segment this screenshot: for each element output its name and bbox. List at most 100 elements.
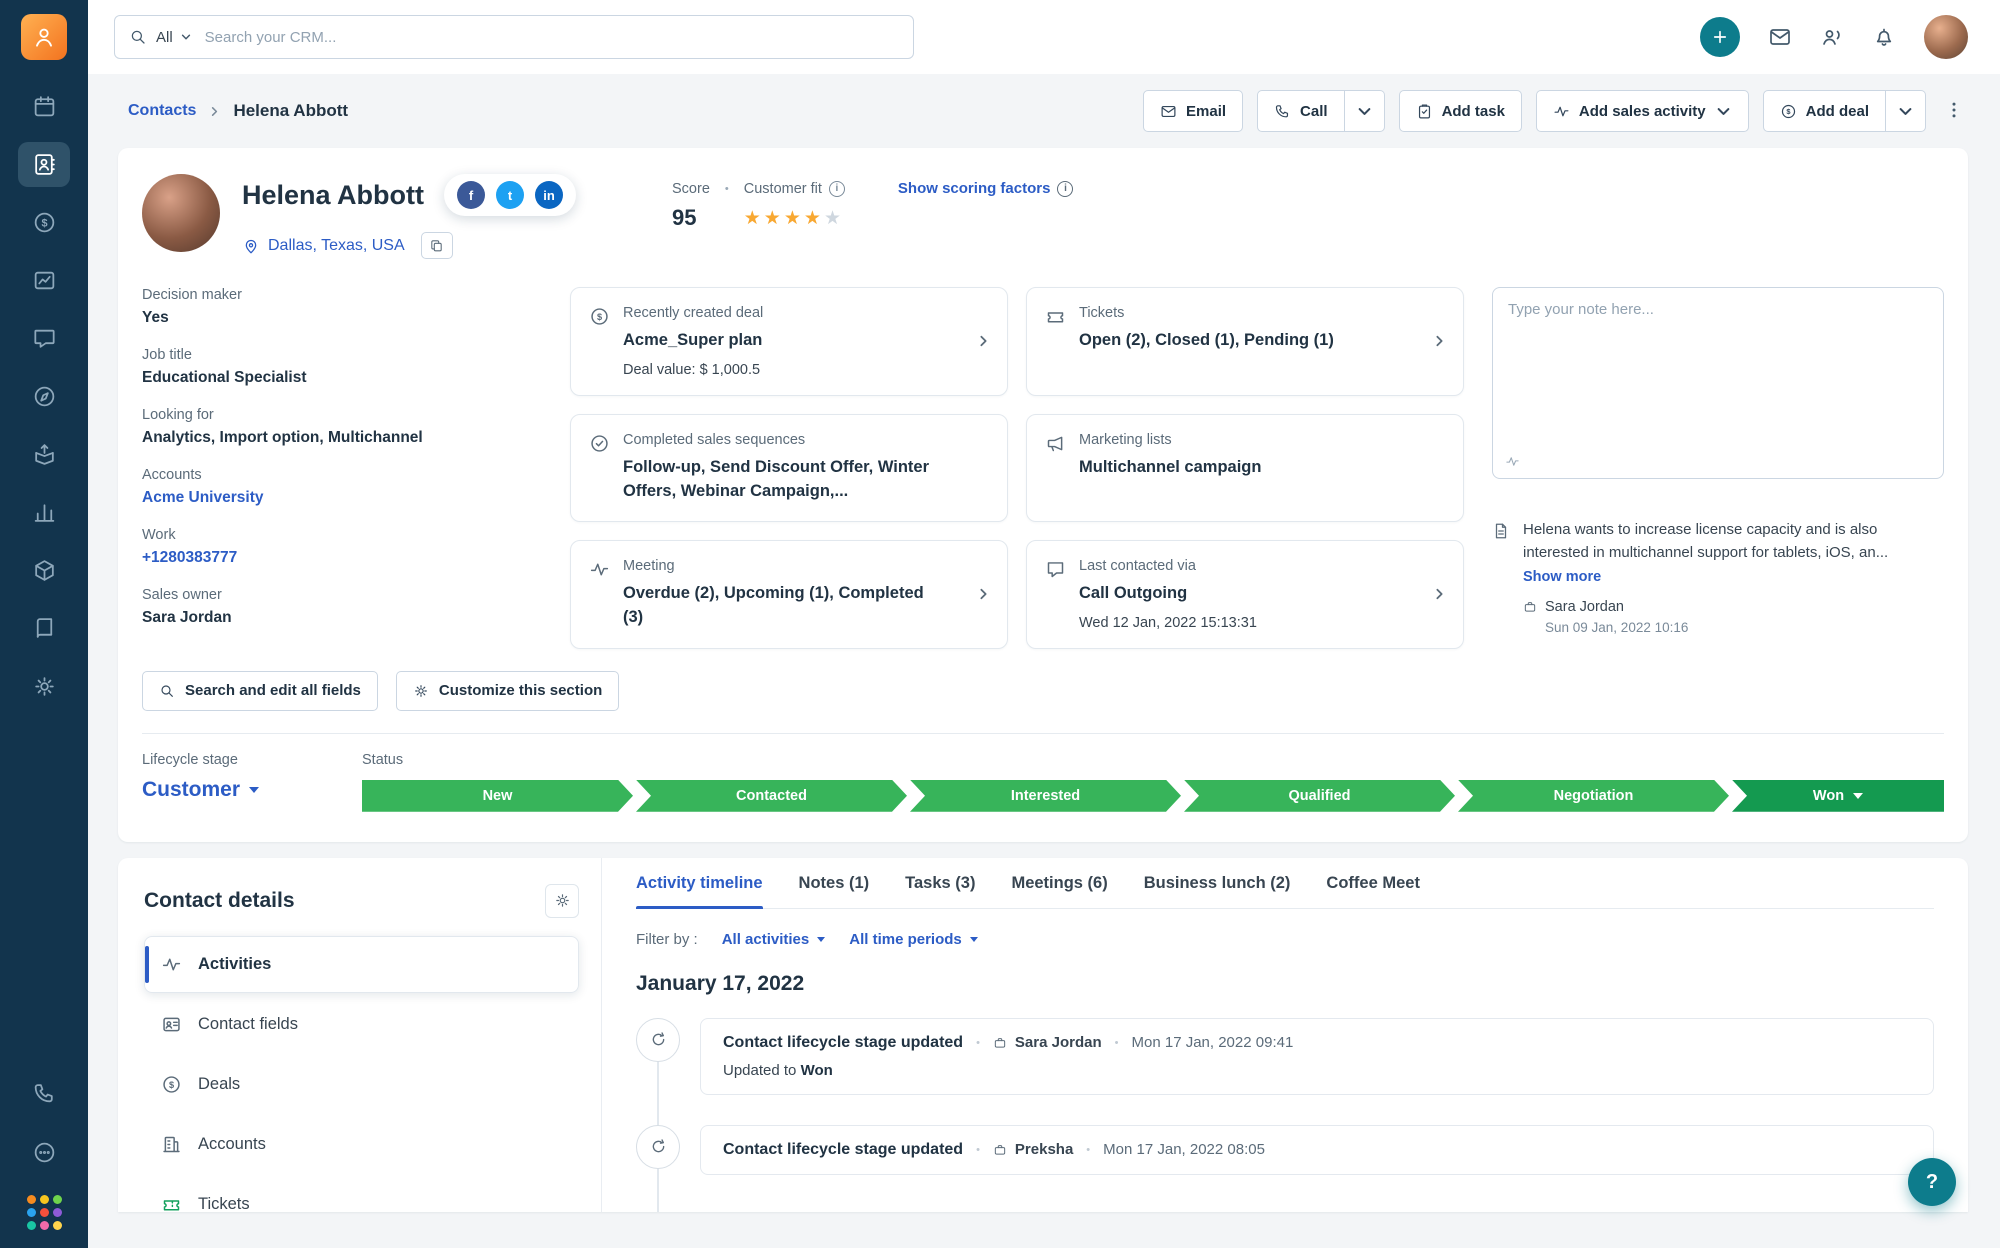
- logo-person-icon: [36, 28, 52, 47]
- facebook-icon[interactable]: f: [457, 181, 485, 209]
- sidebar-item-tickets[interactable]: Tickets: [144, 1176, 579, 1212]
- note-text: Helena wants to increase license capacit…: [1523, 521, 1889, 561]
- sidebar-item-contact-fields[interactable]: Contact fields: [144, 996, 579, 1053]
- call-dropdown-button[interactable]: [1344, 90, 1385, 132]
- more-actions-kebab-icon[interactable]: [1940, 96, 1968, 127]
- freshworks-switcher-icon[interactable]: [21, 1189, 68, 1236]
- account-link[interactable]: Acme University: [142, 489, 542, 507]
- user-avatar[interactable]: [1924, 15, 1968, 59]
- email-button[interactable]: Email: [1143, 90, 1244, 132]
- add-sales-activity-button[interactable]: Add sales activity: [1535, 90, 1749, 132]
- sidebar-item-accounts[interactable]: Accounts: [144, 1116, 579, 1173]
- dot-separator: •: [724, 182, 729, 195]
- chevron-right-icon[interactable]: [976, 587, 991, 602]
- chevron-right-icon: [208, 105, 221, 118]
- tab-meetings[interactable]: Meetings (6): [1011, 874, 1107, 908]
- search-scope-selector[interactable]: All: [156, 29, 192, 46]
- sidebar-reports-icon[interactable]: [18, 490, 70, 535]
- status-pipeline: New Contacted Interested Qualified Negot…: [362, 779, 1944, 812]
- show-scoring-factors-link[interactable]: Show scoring factors i: [898, 180, 1074, 197]
- help-button[interactable]: ?: [1908, 1158, 1956, 1206]
- notifications-bell-icon[interactable]: [1872, 25, 1896, 49]
- work-phone-link[interactable]: +1280383777: [142, 549, 542, 567]
- stage-negotiation[interactable]: Negotiation: [1458, 780, 1729, 812]
- sidebar-analytics-icon[interactable]: [18, 258, 70, 303]
- chevron-right-icon[interactable]: [1432, 334, 1447, 349]
- show-more-link[interactable]: Show more: [1523, 569, 1601, 585]
- summary-cards-grid: $ Recently created deal Acme_Super plan …: [570, 287, 1464, 649]
- chevron-right-icon[interactable]: [1432, 587, 1447, 602]
- sales-sequences-card[interactable]: Completed sales sequences Follow-up, Sen…: [570, 413, 1008, 522]
- contact-location[interactable]: Dallas, Texas, USA: [268, 237, 405, 255]
- add-task-button[interactable]: Add task: [1398, 90, 1522, 132]
- stage-interested[interactable]: Interested: [910, 780, 1181, 812]
- tab-tasks[interactable]: Tasks (3): [905, 874, 975, 908]
- chevron-down-icon: [1358, 107, 1370, 115]
- contact-location-row: Dallas, Texas, USA: [242, 232, 576, 259]
- search-input[interactable]: [204, 28, 899, 46]
- chevron-right-icon[interactable]: [976, 334, 991, 349]
- sidebar-conversations-icon[interactable]: [18, 316, 70, 361]
- info-icon[interactable]: i: [828, 180, 845, 197]
- stage-qualified[interactable]: Qualified: [1184, 780, 1455, 812]
- stage-new[interactable]: New: [362, 780, 633, 812]
- sidebar-item-activities[interactable]: Activities: [144, 935, 579, 993]
- email-inbox-icon[interactable]: [1768, 25, 1792, 49]
- sidebar-products-icon[interactable]: [18, 548, 70, 593]
- copy-icon[interactable]: [420, 232, 453, 259]
- sidebar-deals-icon[interactable]: $: [18, 200, 70, 245]
- field-label: Sales owner: [142, 587, 222, 603]
- deal-dollar-icon: $: [163, 1076, 180, 1093]
- ticket-icon: [163, 1199, 180, 1211]
- customer-fit-label-wrap: Customer fit i: [743, 180, 845, 197]
- last-contacted-card[interactable]: Last contacted via Call Outgoing Wed 12 …: [1026, 539, 1464, 649]
- sidebar-contacts-icon[interactable]: [18, 142, 70, 187]
- sidebar-documents-icon[interactable]: [18, 606, 70, 651]
- tab-activity-timeline[interactable]: Activity timeline: [636, 874, 763, 909]
- add-deal-button[interactable]: $ Add deal: [1762, 90, 1886, 132]
- tab-coffee-meet[interactable]: Coffee Meet: [1326, 874, 1420, 908]
- marketing-lists-card[interactable]: Marketing lists Multichannel campaign: [1026, 413, 1464, 522]
- section-buttons: Search and edit all fields Customize thi…: [142, 670, 1944, 711]
- linkedin-icon[interactable]: in: [535, 181, 563, 209]
- sidebar-outbound-icon[interactable]: [18, 432, 70, 477]
- breadcrumb-contacts-link[interactable]: Contacts: [128, 102, 196, 120]
- nav-item-label: Activities: [198, 954, 272, 973]
- tickets-card[interactable]: Tickets Open (2), Closed (1), Pending (1…: [1026, 287, 1464, 396]
- quick-add-button[interactable]: [1700, 17, 1740, 57]
- sidebar-support-chat-icon[interactable]: [18, 1130, 70, 1175]
- search-edit-fields-button[interactable]: Search and edit all fields: [142, 670, 378, 711]
- contact-fields-column: Decision maker Yes Job title Educational…: [142, 287, 542, 627]
- activities-filter-dropdown[interactable]: All activities: [722, 931, 826, 948]
- add-deal-dropdown-button[interactable]: [1886, 90, 1926, 132]
- time-period-filter-dropdown[interactable]: All time periods: [849, 931, 978, 948]
- twitter-icon[interactable]: t: [496, 181, 524, 209]
- sidebar-campaigns-icon[interactable]: [18, 374, 70, 419]
- social-links: f t in: [444, 174, 576, 216]
- global-search[interactable]: All: [114, 15, 914, 59]
- timeline-event-card[interactable]: Contact lifecycle stage updated • Sara J…: [700, 1017, 1934, 1095]
- stage-contacted[interactable]: Contacted: [636, 780, 907, 812]
- timeline-event-card[interactable]: Contact lifecycle stage updated • Preksh…: [700, 1124, 1934, 1175]
- customer-fit-label: Customer fit: [743, 180, 822, 197]
- contact-details-settings-gear-icon[interactable]: [545, 883, 579, 918]
- freshsales-logo[interactable]: [21, 14, 67, 60]
- customize-section-button[interactable]: Customize this section: [395, 670, 620, 711]
- sidebar-item-deals[interactable]: $ Deals: [144, 1056, 579, 1113]
- stage-won-dropdown[interactable]: Won: [1732, 779, 1944, 812]
- call-button[interactable]: Call: [1257, 90, 1345, 132]
- customize-section-label: Customize this section: [438, 682, 603, 700]
- tab-business-lunch[interactable]: Business lunch (2): [1144, 874, 1291, 908]
- sidebar-settings-icon[interactable]: [18, 664, 70, 709]
- lifecycle-stage-value: Customer: [142, 777, 241, 801]
- meeting-card[interactable]: Meeting Overdue (2), Upcoming (1), Compl…: [570, 539, 1008, 649]
- note-input[interactable]: [1508, 301, 1928, 448]
- sidebar-calendar-icon[interactable]: [18, 84, 70, 129]
- announcements-icon[interactable]: [1820, 25, 1844, 49]
- lifecycle-stage-dropdown[interactable]: Customer: [142, 778, 318, 802]
- dot-separator: •: [976, 1036, 980, 1049]
- sidebar-phone-icon[interactable]: [18, 1071, 70, 1116]
- tab-notes[interactable]: Notes (1): [799, 874, 870, 908]
- recent-deal-card[interactable]: $ Recently created deal Acme_Super plan …: [570, 287, 1008, 396]
- phone-icon: [1275, 104, 1289, 117]
